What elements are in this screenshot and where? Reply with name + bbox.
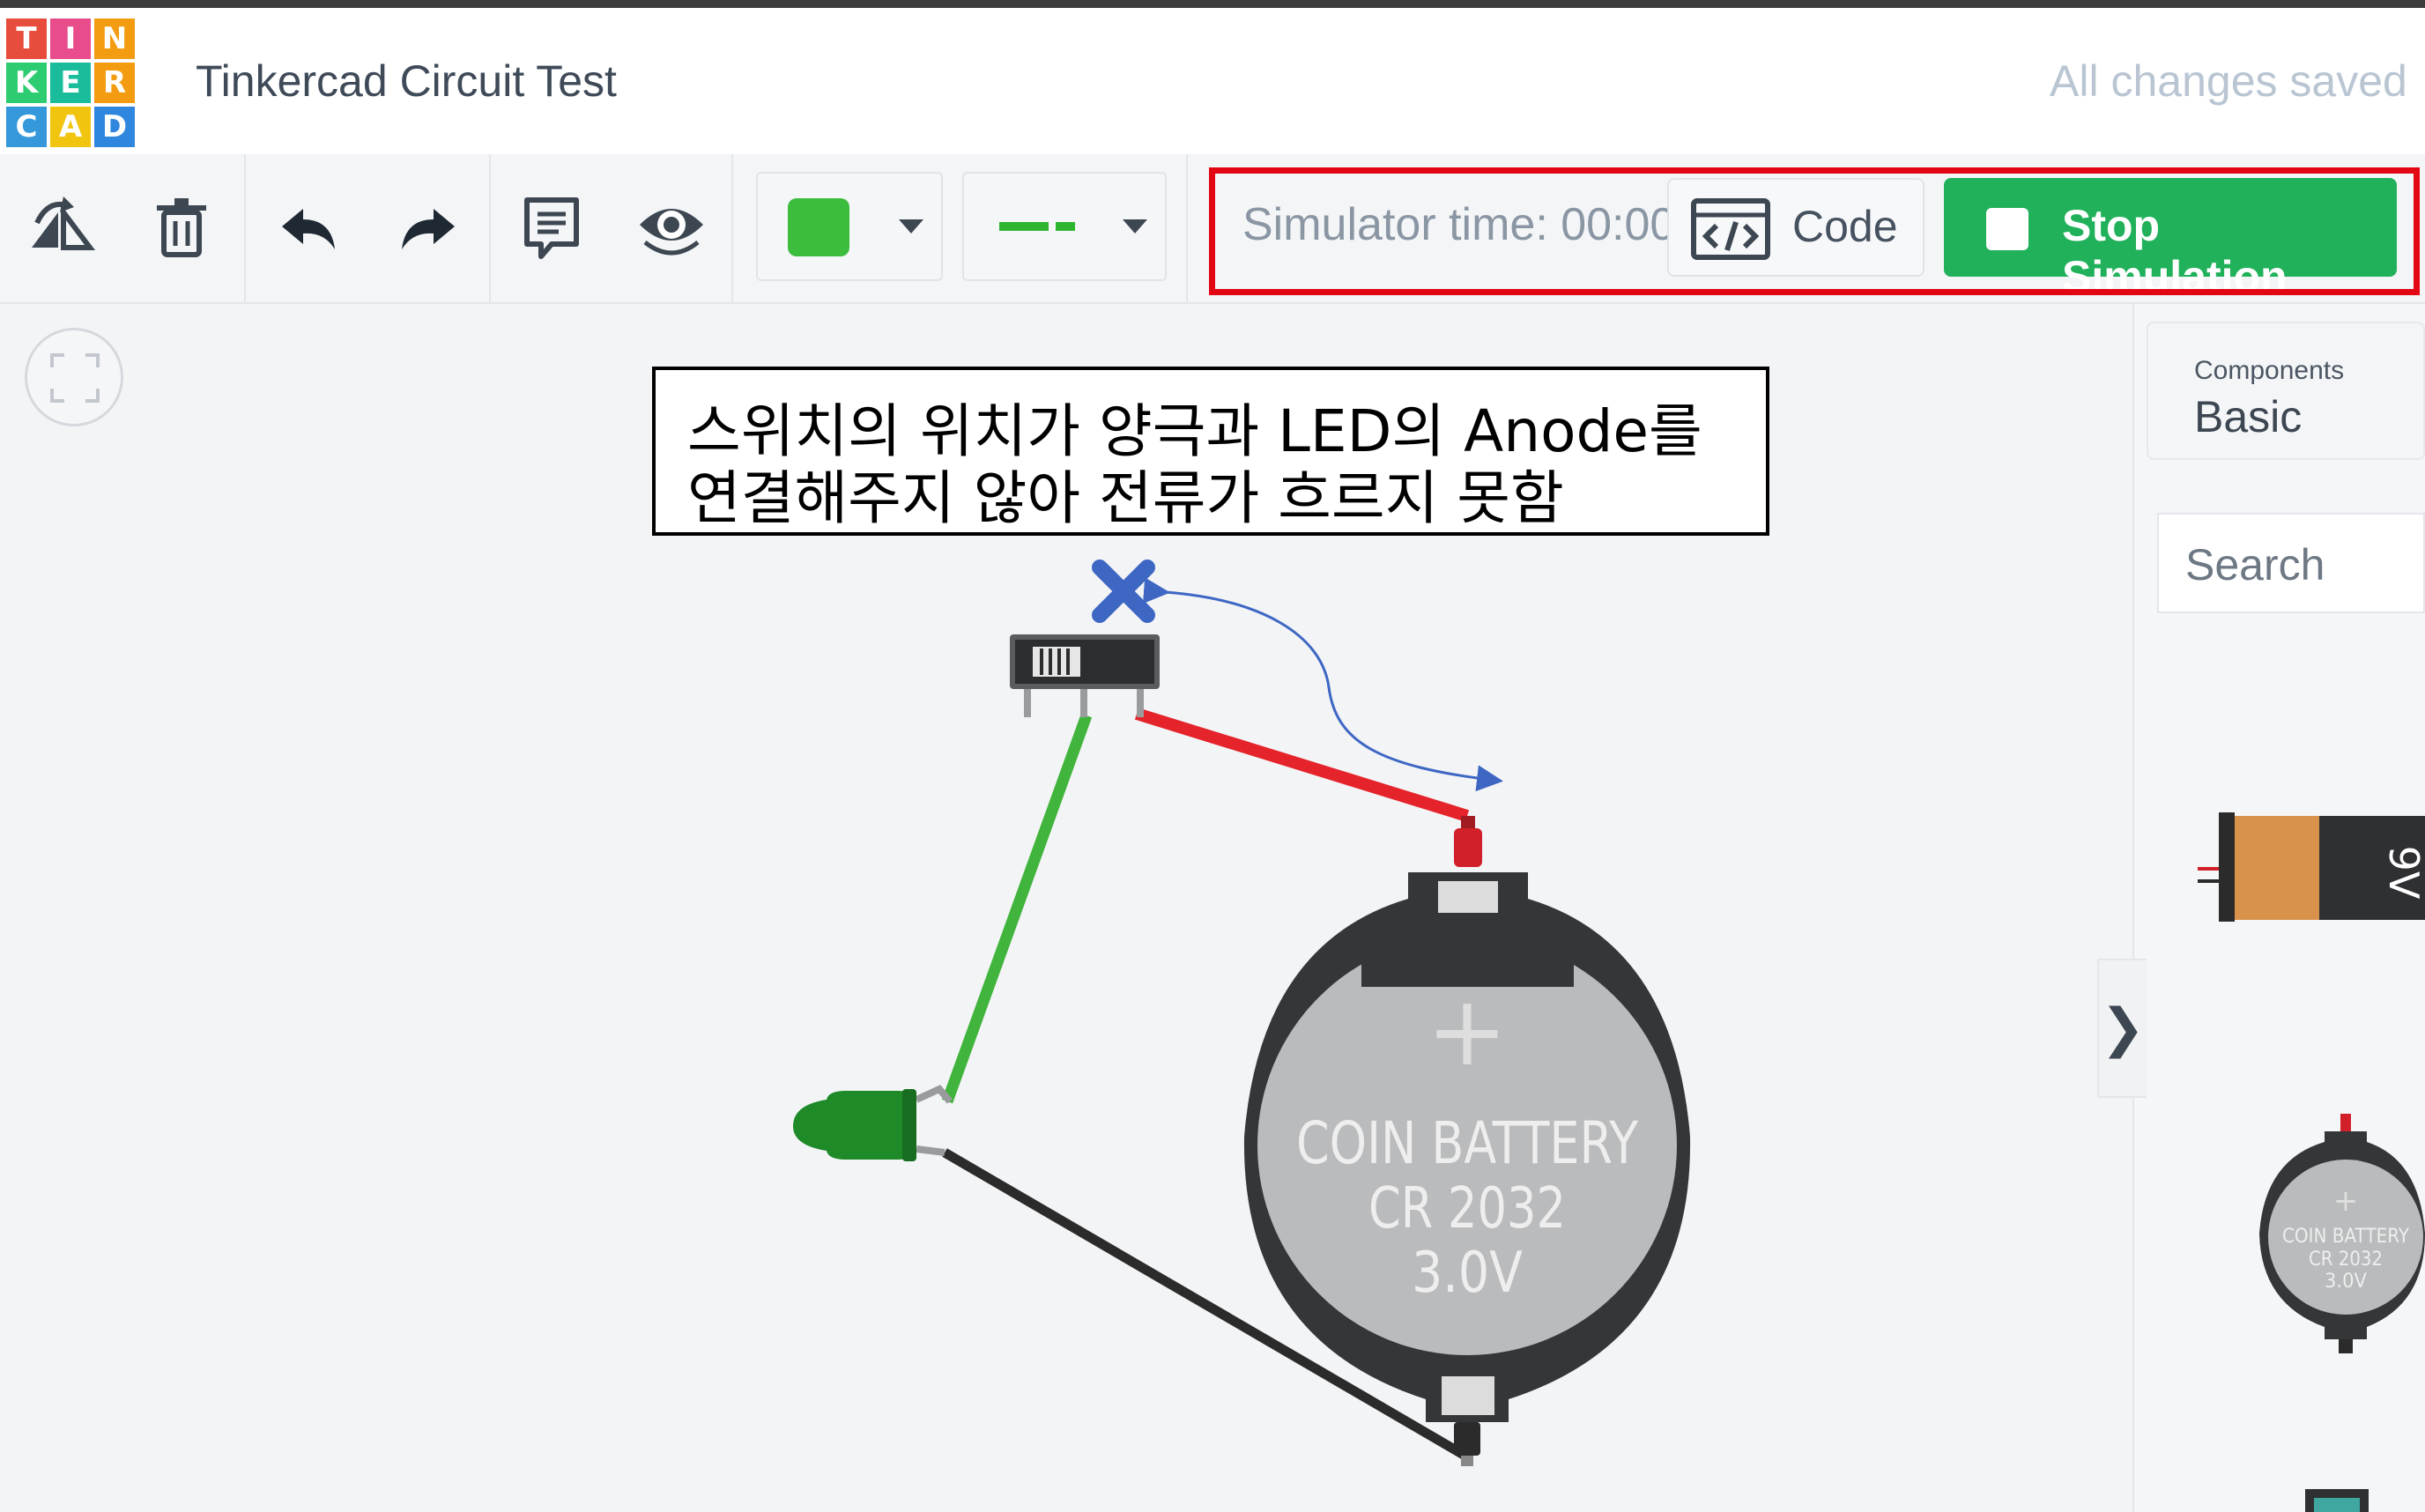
x-marker-icon: [1092, 560, 1155, 623]
component-thumbnails: 9V + COIN BATTERY CR 2032 3.0V: [2198, 812, 2425, 1512]
search-placeholder: Search: [2185, 540, 2325, 589]
battery-9v-thumbnail[interactable]: 9V: [2198, 812, 2425, 922]
thumb-coin-model: CR 2032: [2309, 1249, 2383, 1271]
battery-label-type: COIN BATTERY: [1296, 1109, 1639, 1177]
led[interactable]: [793, 1085, 953, 1161]
battery-label-model: CR 2032: [1368, 1176, 1566, 1241]
component-search-input[interactable]: Search: [2157, 513, 2425, 613]
circuit-drawing: + COIN BATTERY CR 2032 3.0V: [793, 560, 1691, 1466]
components-label: Components: [2194, 356, 2345, 385]
slide-switch[interactable]: [1010, 634, 1160, 717]
led-wire[interactable]: [941, 713, 1093, 1104]
battery-plus: +: [1427, 975, 1508, 1087]
components-category: Basic: [2194, 392, 2303, 441]
thumb-coin-voltage: 3.0V: [2325, 1271, 2367, 1293]
next-component-thumbnail[interactable]: [2305, 1489, 2369, 1512]
svg-text:+: +: [2333, 1183, 2359, 1219]
coin-battery-thumbnail[interactable]: + COIN BATTERY CR 2032 3.0V: [2259, 1114, 2425, 1353]
thumb-coin-type: COIN BATTERY: [2282, 1226, 2410, 1248]
battery-label-voltage: 3.0V: [1412, 1241, 1523, 1306]
battery-9v-label: 9V: [2380, 846, 2425, 900]
double-arrow: [1142, 577, 1503, 792]
positive-wire[interactable]: [1134, 708, 1470, 822]
